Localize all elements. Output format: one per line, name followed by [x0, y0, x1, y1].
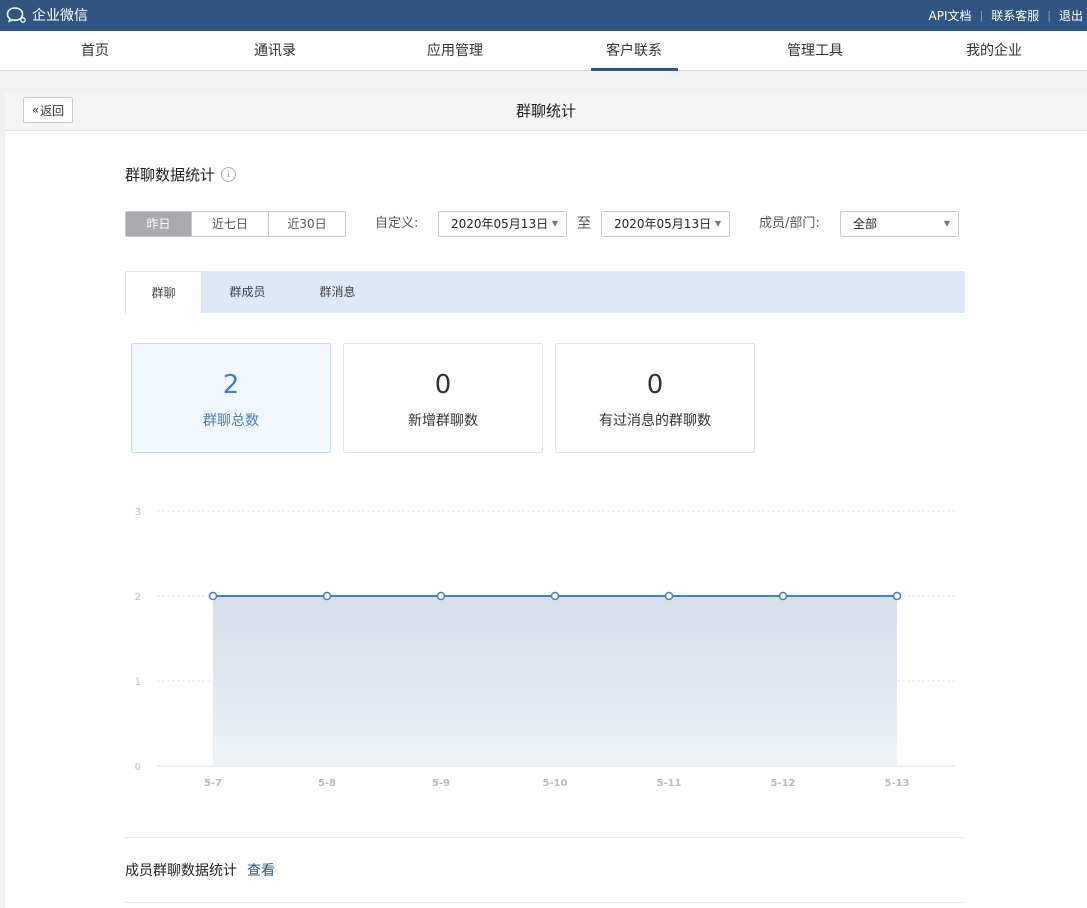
tab-group-messages[interactable]: 群消息 [305, 271, 370, 313]
tab-group-chats[interactable]: 群聊 [125, 271, 202, 314]
app-logo[interactable]: 企业微信 [6, 5, 88, 25]
date-range-selector: 昨日 近七日 近30日 [125, 211, 346, 237]
y-tick-label: 1 [135, 677, 141, 688]
x-tick-label: 5-9 [432, 778, 450, 789]
caret-down-icon: ▼ [551, 219, 558, 228]
data-point[interactable] [778, 591, 788, 601]
back-button-label: 返回 [40, 103, 65, 118]
content-panel: 群聊统计 « 返回 群聊数据统计 i 昨日 近七日 近30日 自定义: 2020… [5, 91, 1087, 908]
stat-value: 0 [434, 370, 452, 400]
range-last-30-days[interactable]: 近30日 [268, 212, 345, 236]
nav-item-apps[interactable]: 应用管理 [427, 31, 483, 71]
data-point[interactable] [322, 591, 332, 601]
wecom-logo-icon [6, 7, 26, 23]
api-docs-link[interactable]: API文档 [929, 7, 972, 24]
member-dept-select[interactable]: 全部 ▼ [840, 211, 959, 237]
range-last-7-days[interactable]: 近七日 [191, 212, 268, 236]
main-nav: 首页 通讯录 应用管理 客户联系 管理工具 我的企业 [0, 31, 1087, 71]
x-tick-label: 5-10 [542, 778, 567, 789]
nav-item-tools[interactable]: 管理工具 [787, 31, 843, 71]
stat-card-new-groups[interactable]: 0 新增群聊数 [343, 343, 543, 453]
stat-value: 2 [222, 370, 240, 400]
data-point[interactable] [892, 591, 902, 601]
stat-card-total-groups[interactable]: 2 群聊总数 [131, 343, 331, 453]
stats-tabs: 群聊 群成员 群消息 [125, 271, 965, 314]
stat-caption: 群聊总数 [203, 413, 259, 429]
x-tick-label: 5-7 [204, 778, 222, 789]
stat-caption: 新增群聊数 [408, 413, 478, 429]
section-divider [125, 837, 965, 838]
stat-card-active-groups[interactable]: 0 有过消息的群聊数 [555, 343, 755, 453]
tab-group-members[interactable]: 群成员 [215, 271, 280, 313]
top-bar: 企业微信 API文档 | 联系客服 | 退出 [0, 0, 1087, 31]
page-title: 群聊统计 [515, 102, 576, 120]
contact-support-link[interactable]: 联系客服 [991, 7, 1039, 24]
top-links: API文档 | 联系客服 | 退出 [929, 0, 1083, 31]
app-name: 企业微信 [32, 8, 88, 24]
series-area [213, 596, 897, 766]
data-point[interactable] [664, 591, 674, 601]
back-button[interactable]: « 返回 [23, 97, 73, 123]
nav-item-my-enterprise[interactable]: 我的企业 [966, 31, 1022, 71]
custom-range-label: 自定义: [375, 216, 419, 231]
section-title-text: 群聊数据统计 [125, 166, 216, 184]
member-stats-label: 成员群聊数据统计 [125, 863, 237, 879]
member-stats-view-link[interactable]: 查看 [247, 863, 275, 879]
caret-down-icon: ▼ [943, 219, 950, 228]
double-chevron-left-icon: « [31, 103, 40, 117]
nav-item-contacts[interactable]: 通讯录 [254, 31, 296, 71]
data-point[interactable] [436, 591, 446, 601]
stat-caption: 有过消息的群聊数 [599, 413, 711, 429]
panel-header: 群聊统计 « 返回 [5, 91, 1087, 131]
start-date-value: 2020年05月13日 [451, 217, 549, 231]
section-title: 群聊数据统计 i [125, 164, 237, 185]
member-stats-row: 成员群聊数据统计 查看 [125, 861, 275, 881]
stat-value: 0 [646, 370, 664, 400]
end-date-select[interactable]: 2020年05月13日 ▼ [601, 211, 730, 237]
data-point[interactable] [550, 591, 560, 601]
nav-active-indicator [591, 68, 678, 71]
x-tick-label: 5-8 [318, 778, 336, 789]
nav-item-home[interactable]: 首页 [81, 31, 109, 71]
range-yesterday[interactable]: 昨日 [126, 212, 191, 236]
to-label: 至 [577, 216, 591, 232]
chart-svg: 0 1 2 3 5-7 5-8 5-9 5-10 5-11 5-12 5-13 [135, 507, 955, 789]
end-date-value: 2020年05月13日 [614, 217, 712, 231]
info-icon[interactable]: i [221, 167, 237, 182]
y-tick-label: 0 [135, 762, 141, 773]
nav-item-customer-contact[interactable]: 客户联系 [606, 31, 662, 71]
data-point[interactable] [208, 591, 218, 601]
group-chat-chart: 0 1 2 3 5-7 5-8 5-9 5-10 5-11 5-12 5-13 [125, 491, 965, 801]
x-tick-label: 5-11 [656, 778, 681, 789]
logout-link[interactable]: 退出 [1059, 7, 1083, 24]
y-tick-label: 3 [135, 507, 141, 518]
divider: | [979, 9, 984, 22]
member-dept-label: 成员/部门: [759, 216, 820, 231]
x-tick-label: 5-13 [884, 778, 909, 789]
caret-down-icon: ▼ [714, 219, 721, 228]
y-tick-label: 2 [135, 592, 141, 603]
member-dept-value: 全部 [853, 217, 878, 231]
start-date-select[interactable]: 2020年05月13日 ▼ [438, 211, 567, 237]
x-tick-label: 5-12 [770, 778, 795, 789]
section-divider [125, 902, 965, 903]
divider: | [1047, 9, 1051, 22]
